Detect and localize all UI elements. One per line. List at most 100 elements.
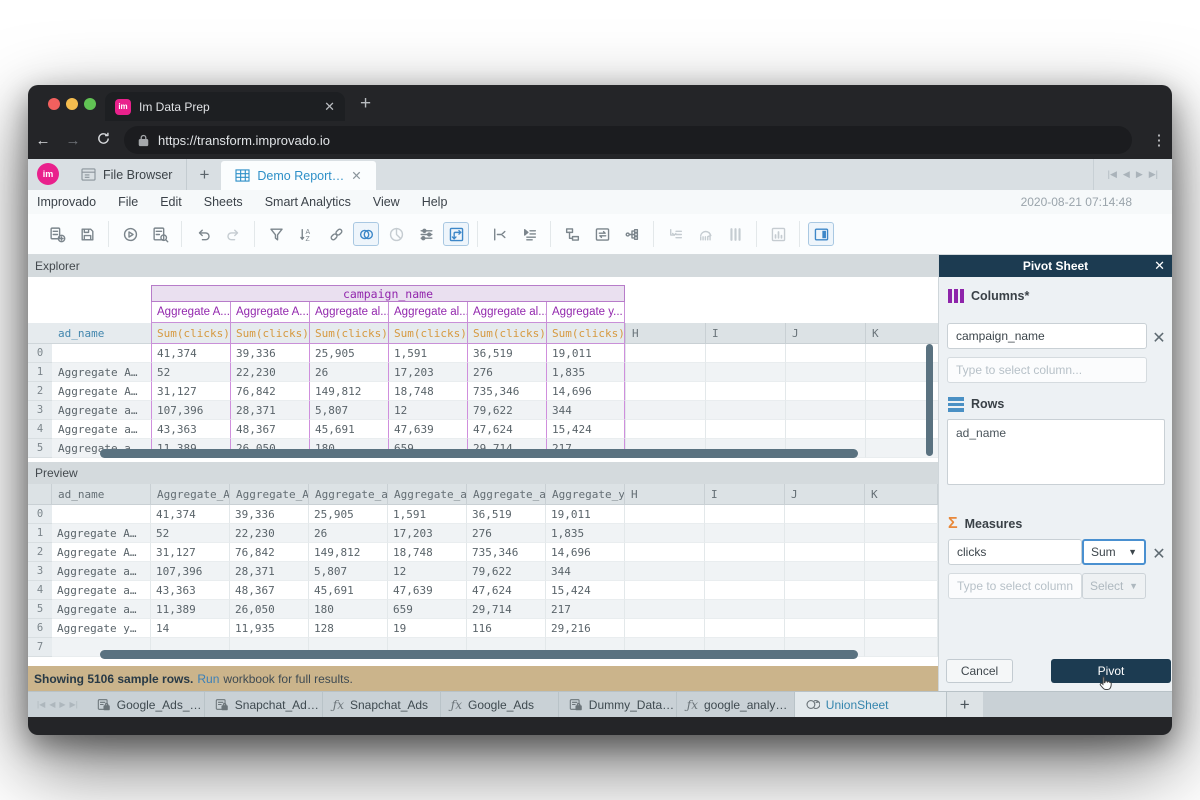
cell[interactable]: 15,424 <box>546 581 625 600</box>
row-number[interactable]: 5 <box>28 439 52 458</box>
venn-icon[interactable] <box>353 222 379 246</box>
cell[interactable]: 45,691 <box>309 420 388 439</box>
cell[interactable]: Aggregate A… <box>52 543 151 562</box>
cell[interactable]: 43,363 <box>151 581 230 600</box>
menu-item-file[interactable]: File <box>107 195 149 209</box>
cell[interactable] <box>705 562 785 581</box>
cell[interactable] <box>625 505 705 524</box>
cell[interactable] <box>705 420 785 439</box>
cell[interactable]: 1,835 <box>546 524 625 543</box>
measure-header[interactable]: Sum(clicks) <box>151 323 230 344</box>
cell[interactable]: 22,230 <box>230 363 309 382</box>
preview-column-header[interactable]: Aggregate_a… <box>388 484 467 505</box>
cell[interactable]: 276 <box>467 363 546 382</box>
cell[interactable]: 17,203 <box>388 524 467 543</box>
cell[interactable]: 14,696 <box>546 543 625 562</box>
row-number[interactable]: 5 <box>28 600 52 619</box>
cell[interactable] <box>705 382 785 401</box>
cell[interactable]: 180 <box>309 600 388 619</box>
split-icon[interactable] <box>486 222 512 246</box>
sheet-tab-google-ads-[interactable]: Google_Ads_… <box>87 692 205 717</box>
cell[interactable] <box>625 344 705 363</box>
sheet-nav-icon[interactable]: ▶| <box>70 700 78 709</box>
cell[interactable]: 12 <box>388 562 467 581</box>
row-number[interactable]: 1 <box>28 524 52 543</box>
cell[interactable]: 41,374 <box>151 505 230 524</box>
sheet-nav-icon[interactable]: ▶ <box>59 700 65 709</box>
cell[interactable]: 14 <box>151 619 230 638</box>
sheet-nav-icon[interactable]: |◀ <box>37 700 45 709</box>
cell[interactable] <box>785 401 865 420</box>
cell[interactable] <box>865 505 938 524</box>
cell[interactable] <box>865 581 938 600</box>
row-dimension-header[interactable]: ad_name <box>52 323 151 344</box>
cell[interactable] <box>865 543 938 562</box>
cell[interactable] <box>865 562 938 581</box>
traffic-maximize-button[interactable] <box>84 98 96 110</box>
cell[interactable] <box>865 638 938 657</box>
cell[interactable] <box>785 619 865 638</box>
cell[interactable]: 26 <box>309 524 388 543</box>
cell[interactable]: 45,691 <box>309 581 388 600</box>
add-workbook-tab-button[interactable]: + <box>187 159 221 190</box>
cell[interactable]: 47,639 <box>388 581 467 600</box>
cell[interactable] <box>865 600 938 619</box>
cell[interactable]: 5,807 <box>309 401 388 420</box>
cell[interactable]: 107,396 <box>151 562 230 581</box>
traffic-close-button[interactable] <box>48 98 60 110</box>
chart-icon[interactable] <box>765 222 791 246</box>
cell[interactable] <box>705 543 785 562</box>
tab-close-icon[interactable]: ✕ <box>324 99 335 115</box>
row-number[interactable]: 3 <box>28 562 52 581</box>
cell[interactable] <box>52 505 151 524</box>
swap-icon[interactable] <box>589 222 615 246</box>
cell[interactable]: 1,591 <box>388 505 467 524</box>
cell[interactable]: 29,714 <box>467 600 546 619</box>
new-tab-button[interactable]: + <box>360 93 371 115</box>
column-letter-header[interactable]: I <box>705 323 785 344</box>
row-number[interactable]: 1 <box>28 363 52 382</box>
preview-column-header[interactable]: Aggregate_A… <box>230 484 309 505</box>
cell[interactable]: 14,696 <box>546 382 625 401</box>
cell[interactable] <box>785 505 865 524</box>
cell[interactable] <box>625 382 705 401</box>
undo-icon[interactable] <box>190 222 216 246</box>
search-sheet-icon[interactable] <box>147 222 173 246</box>
rows-item-ad_name[interactable]: ad_name <box>948 420 1164 446</box>
measure-header[interactable]: Sum(clicks) <box>230 323 309 344</box>
cell[interactable] <box>625 562 705 581</box>
cell[interactable]: 26 <box>309 363 388 382</box>
preview-horizontal-scrollbar[interactable] <box>100 650 858 659</box>
cell[interactable]: 31,127 <box>151 543 230 562</box>
cell[interactable]: 47,624 <box>467 581 546 600</box>
panel-close-icon[interactable]: ✕ <box>1154 258 1165 274</box>
column-letter-header[interactable]: K <box>865 323 938 344</box>
cell[interactable] <box>705 401 785 420</box>
cell[interactable] <box>705 524 785 543</box>
cell[interactable] <box>625 619 705 638</box>
history-nav-icon[interactable]: |◀ <box>1108 169 1117 180</box>
sheet-tab-snapchat-ads[interactable]: ƒxSnapchat_Ads <box>323 692 441 717</box>
cell[interactable]: 76,842 <box>230 543 309 562</box>
cell[interactable]: 344 <box>546 562 625 581</box>
cell[interactable]: 41,374 <box>151 344 230 363</box>
pivot-subheader[interactable]: Aggregate al... <box>467 302 546 323</box>
blocks-icon[interactable] <box>559 222 585 246</box>
cell[interactable]: 29,216 <box>546 619 625 638</box>
traffic-minimize-button[interactable] <box>66 98 78 110</box>
browser-tab[interactable]: im Im Data Prep ✕ <box>105 92 345 121</box>
cell[interactable]: 79,622 <box>467 401 546 420</box>
cell[interactable] <box>625 363 705 382</box>
cell[interactable] <box>865 524 938 543</box>
cell[interactable]: 344 <box>546 401 625 420</box>
menu-item-edit[interactable]: Edit <box>149 195 193 209</box>
cell[interactable] <box>705 505 785 524</box>
cell[interactable] <box>705 344 785 363</box>
row-number[interactable]: 7 <box>28 638 52 657</box>
cell[interactable] <box>625 543 705 562</box>
cell[interactable]: 19,011 <box>546 505 625 524</box>
cell[interactable]: 149,812 <box>309 543 388 562</box>
explorer-horizontal-scrollbar[interactable] <box>100 449 858 458</box>
explorer-vertical-scrollbar[interactable] <box>926 344 933 456</box>
run-icon[interactable] <box>117 222 143 246</box>
